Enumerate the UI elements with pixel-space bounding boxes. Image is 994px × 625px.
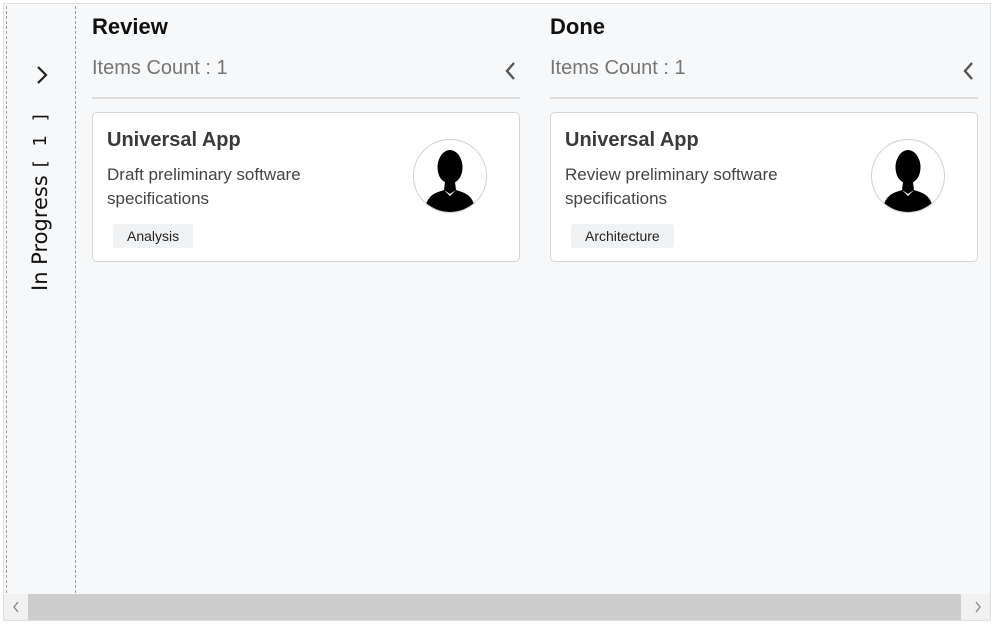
user-silhouette-icon [882, 150, 934, 212]
kanban-board: In Progress [ 1 ] Review Items Count : 1… [3, 3, 991, 621]
column-items-count: Items Count : 1 [550, 57, 686, 79]
scrollbar-thumb[interactable] [28, 594, 961, 620]
chevron-left-icon [13, 601, 19, 613]
card-tag: Analysis [113, 224, 194, 248]
expand-column-button[interactable] [29, 62, 55, 88]
column-review: Review Items Count : 1 Universal App Dra… [92, 4, 520, 594]
collapsed-column-count: [ 1 ] [29, 110, 51, 168]
avatar [871, 139, 945, 213]
chevron-right-icon [975, 601, 981, 613]
scroll-right-button[interactable] [966, 594, 990, 620]
collapse-column-button[interactable] [958, 58, 978, 84]
card-tag: Architecture [571, 224, 674, 248]
column-title: Review [92, 14, 168, 39]
chevron-right-icon [37, 66, 48, 84]
collapse-column-button[interactable] [500, 58, 520, 84]
kanban-card[interactable]: Universal App Review preliminary softwar… [550, 112, 978, 262]
collapsed-column-title: In Progress [28, 175, 52, 291]
chevron-left-icon [505, 62, 515, 80]
card-title: Universal App [565, 129, 699, 151]
avatar [413, 139, 487, 213]
kanban-card[interactable]: Universal App Draft preliminary software… [92, 112, 520, 262]
column-done: Done Items Count : 1 Universal App Revie… [550, 4, 978, 594]
chevron-left-icon [963, 62, 973, 80]
card-description: Draft preliminary software specification… [107, 165, 301, 208]
horizontal-scrollbar[interactable] [4, 594, 990, 620]
scroll-left-button[interactable] [4, 594, 28, 620]
column-divider [92, 97, 520, 99]
column-divider [550, 97, 978, 99]
user-silhouette-icon [424, 150, 476, 212]
collapsed-column-in-progress: In Progress [ 1 ] [6, 6, 76, 593]
card-description: Review preliminary software specificatio… [565, 165, 778, 208]
column-title: Done [550, 14, 605, 39]
card-title: Universal App [107, 129, 241, 151]
collapsed-column-header: In Progress [ 1 ] [28, 110, 52, 291]
column-items-count: Items Count : 1 [92, 57, 228, 79]
